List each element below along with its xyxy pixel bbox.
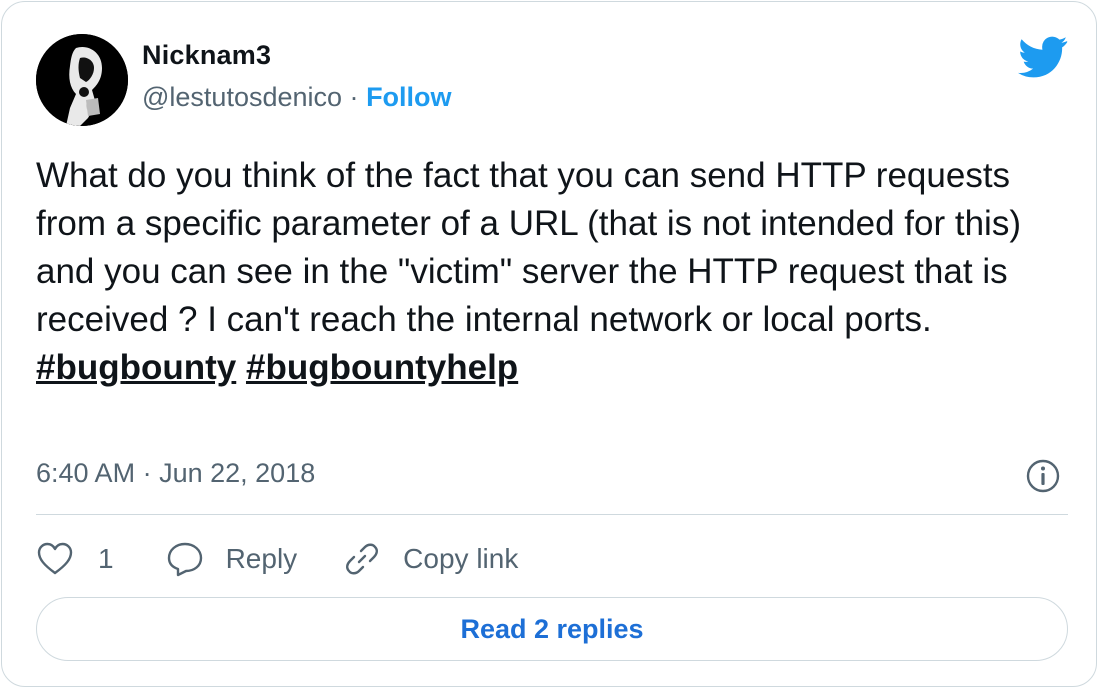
read-replies-button[interactable]: Read 2 replies [36, 597, 1068, 661]
tweet-timestamp[interactable]: 6:40 AM · Jun 22, 2018 [36, 458, 315, 489]
reply-button[interactable]: Reply [166, 540, 298, 578]
handle-separator: · [349, 82, 359, 112]
tweet-time: 6:40 AM [36, 458, 136, 488]
like-button[interactable]: 1 [36, 541, 114, 577]
author-name[interactable]: Nicknam3 [142, 40, 271, 71]
profile-avatar-image [36, 34, 128, 126]
tweet-date: Jun 22, 2018 [159, 458, 316, 488]
heart-icon [37, 542, 73, 575]
hashtag-bugbountyhelp[interactable]: #bugbountyhelp [246, 348, 518, 387]
link-icon [346, 543, 379, 575]
tweet-card: Nicknam3 @lestutosdenico · Follow What d… [1, 1, 1097, 687]
timestamp-separator: · [142, 458, 152, 488]
divider [36, 514, 1068, 515]
copy-link-button[interactable]: Copy link [343, 540, 518, 578]
author-handle[interactable]: @lestutosdenico [142, 82, 342, 112]
info-icon[interactable] [1024, 457, 1062, 495]
tweet-body: What do you think of the fact that you c… [36, 156, 1021, 339]
hashtag-bugbounty[interactable]: #bugbounty [36, 348, 236, 387]
twitter-bird-icon[interactable] [1018, 36, 1068, 78]
speech-bubble-icon [167, 542, 202, 577]
tweet-text: What do you think of the fact that you c… [36, 152, 1046, 392]
avatar[interactable] [36, 34, 128, 126]
author-handle-row: @lestutosdenico · Follow [142, 82, 452, 113]
copy-link-label: Copy link [403, 543, 519, 574]
like-count: 1 [98, 543, 114, 574]
action-bar: 1 Reply Copy link [36, 536, 518, 582]
reply-label: Reply [225, 543, 298, 574]
follow-button[interactable]: Follow [366, 82, 451, 112]
